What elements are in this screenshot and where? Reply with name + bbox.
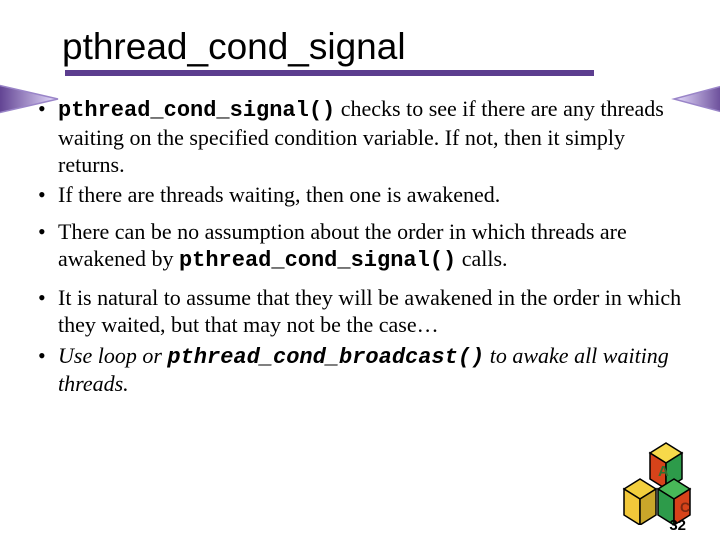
bullet-item: It is natural to assume that they will b… (38, 285, 682, 339)
bullet-text: Use loop or (58, 343, 167, 368)
bullet-text: It is natural to assume that they will b… (58, 285, 681, 337)
slide: pthread_cond_signal pthread_cond_signal(… (0, 0, 720, 540)
bullet-item: pthread_cond_signal() checks to see if t… (38, 96, 682, 178)
bullet-item: If there are threads waiting, then one i… (38, 182, 682, 209)
code-text: pthread_cond_signal() (179, 248, 456, 273)
blocks-clipart: A C (606, 441, 698, 525)
bullet-text: calls. (456, 246, 507, 271)
svg-text:A: A (658, 463, 669, 480)
page-number: 32 (669, 517, 686, 534)
code-text: pthread_cond_broadcast() (167, 345, 484, 370)
slide-title: pthread_cond_signal (62, 26, 682, 68)
bullet-list: pthread_cond_signal() checks to see if t… (38, 96, 682, 398)
svg-text:C: C (680, 499, 690, 515)
bullet-item: Use loop or pthread_cond_broadcast() to … (38, 343, 682, 399)
title-underline (65, 70, 594, 76)
code-text: pthread_cond_signal() (58, 98, 335, 123)
bullet-item: There can be no assumption about the ord… (38, 219, 682, 275)
bullet-text: If there are threads waiting, then one i… (58, 182, 500, 207)
